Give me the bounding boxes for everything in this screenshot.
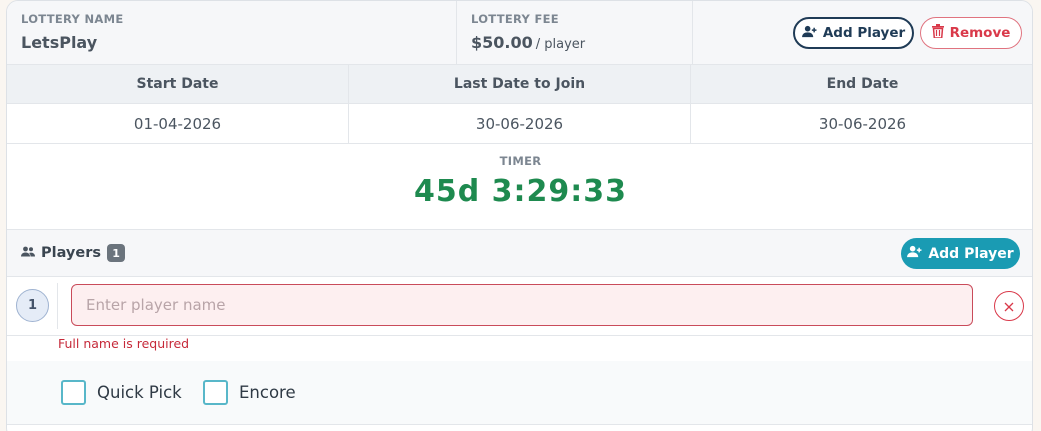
timer-label: TIMER (499, 154, 542, 168)
end-date-value: 30-06-2026 (691, 104, 1032, 144)
lottery-fee-label: LOTTERY FEE (471, 12, 559, 26)
end-date-header: End Date (691, 65, 1032, 104)
close-icon (1004, 297, 1014, 316)
start-date-column: Start Date 01-04-2026 (7, 65, 349, 144)
timer-countdown: 45d 3:29:33 (413, 174, 628, 209)
quick-pick-checkbox[interactable] (61, 380, 86, 405)
users-icon (21, 245, 35, 261)
timer-section: TIMER 45d 3:29:33 (7, 144, 1032, 229)
remove-player-button[interactable] (994, 291, 1024, 321)
lottery-card: LOTTERY NAME LetsPlay LOTTERY FEE $50.00… (6, 0, 1033, 431)
lottery-name-value: LetsPlay (21, 33, 98, 52)
end-date-column: End Date 30-06-2026 (691, 65, 1032, 144)
add-player-button[interactable]: Add Player (901, 238, 1020, 269)
last-join-date-header: Last Date to Join (349, 65, 690, 104)
start-date-value: 01-04-2026 (7, 104, 348, 144)
lottery-name-cell: LOTTERY NAME LetsPlay (7, 1, 457, 65)
fee-suffix: / player (535, 37, 586, 52)
encore-checkbox[interactable] (203, 380, 228, 405)
add-player-top-label: Add Player (822, 25, 906, 41)
players-count-badge: 1 (107, 244, 126, 262)
user-plus-icon (801, 25, 817, 42)
encore-label: Encore (239, 383, 296, 402)
player-name-error: Full name is required (58, 336, 190, 351)
dates-table: Start Date 01-04-2026 Last Date to Join … (7, 65, 1032, 144)
lottery-actions-cell: Add Player Remove (693, 1, 1032, 65)
user-plus-icon (907, 245, 922, 262)
lottery-name-label: LOTTERY NAME (21, 12, 124, 26)
players-title: Players 1 (21, 244, 126, 262)
row-divider (57, 283, 58, 329)
players-header: Players 1 Add Player (7, 229, 1032, 277)
quick-pick-label: Quick Pick (97, 383, 182, 402)
add-player-button-top[interactable]: Add Player (793, 17, 914, 49)
player-name-input[interactable] (71, 284, 973, 326)
encore-option[interactable]: Encore (203, 380, 296, 405)
players-title-label: Players (41, 245, 102, 261)
lottery-fee-cell: LOTTERY FEE $50.00/ player (457, 1, 693, 65)
last-join-date-value: 30-06-2026 (349, 104, 690, 144)
trash-icon (931, 24, 944, 42)
last-join-date-column: Last Date to Join 30-06-2026 (349, 65, 691, 144)
lottery-info-row: LOTTERY NAME LetsPlay LOTTERY FEE $50.00… (7, 1, 1032, 65)
player-row: 1 (7, 277, 1032, 336)
start-date-header: Start Date (7, 65, 348, 104)
remove-label: Remove (949, 25, 1011, 41)
ticket-options: Quick Pick Encore (7, 361, 1032, 425)
add-player-label: Add Player (928, 245, 1014, 262)
quick-pick-option[interactable]: Quick Pick (61, 380, 182, 405)
lottery-fee-value: $50.00/ player (471, 33, 585, 52)
remove-lottery-button[interactable]: Remove (920, 17, 1022, 49)
fee-amount: $50.00 (471, 33, 533, 52)
player-number-badge: 1 (16, 289, 49, 322)
